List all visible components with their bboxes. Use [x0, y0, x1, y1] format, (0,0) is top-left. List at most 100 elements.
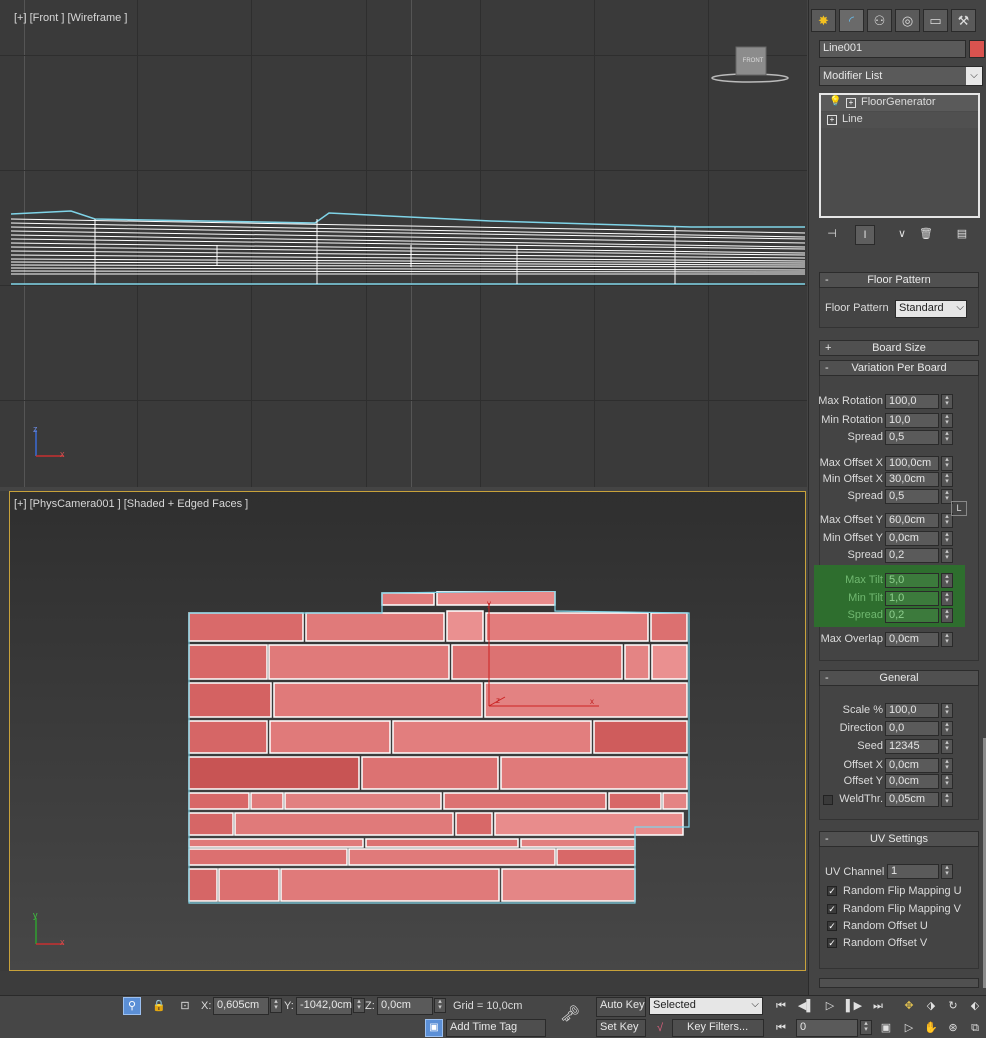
uv-channel-field[interactable]: 1	[887, 864, 939, 879]
y-coordinate-field[interactable]: -1042,0cm	[296, 997, 352, 1015]
param-value-field[interactable]: 0,0cm	[885, 758, 939, 773]
selection-set-dropdown[interactable]: Selected ⌵	[649, 997, 763, 1015]
field-of-view-icon[interactable]: ▷	[900, 1019, 918, 1037]
rollout-floor-pattern[interactable]: - Floor Pattern	[819, 272, 979, 288]
time-tag-icon[interactable]: ▣	[425, 1019, 443, 1037]
param-spinner[interactable]: ▴ ▾	[941, 632, 953, 647]
uv-checkbox[interactable]: ✓	[827, 921, 837, 931]
camera-viewport-label[interactable]: [+] [PhysCamera001 ] [Shaded + Edged Fac…	[14, 498, 248, 510]
key-filters-button[interactable]: Key Filters...	[672, 1019, 764, 1037]
stack-item-floorgenerator[interactable]: 💡 + FloorGenerator	[821, 95, 978, 111]
x-spinner[interactable]: ▴ ▾	[270, 998, 282, 1013]
display-tab[interactable]: ▭	[923, 9, 948, 32]
remove-modifier-icon[interactable]: 🗑	[917, 225, 935, 243]
param-spinner[interactable]: ▴ ▾	[941, 739, 953, 754]
frame-spinner[interactable]: ▴ ▾	[860, 1020, 872, 1035]
isolate-selection-icon[interactable]: ⚲	[123, 997, 141, 1015]
param-spinner[interactable]: ▴ ▾	[941, 591, 953, 606]
make-unique-icon[interactable]: ∨	[893, 225, 911, 243]
front-viewport-label[interactable]: [+] [Front ] [Wireframe ]	[14, 12, 127, 24]
uv-checkbox[interactable]: ✓	[827, 938, 837, 948]
y-spinner[interactable]: ▴ ▾	[353, 998, 365, 1013]
expand-plus-icon[interactable]: +	[827, 115, 837, 125]
object-name-field[interactable]: Line001	[819, 40, 966, 58]
param-value-field[interactable]: 10,0	[885, 413, 939, 428]
param-value-field[interactable]: 0,5	[885, 430, 939, 445]
motion-tab[interactable]: ◎	[895, 9, 920, 32]
viewcube[interactable]: FRONT	[709, 44, 791, 84]
x-coordinate-field[interactable]: 0,605cm	[213, 997, 269, 1015]
camera-viewport[interactable]: [+] [PhysCamera001 ] [Shaded + Edged Fac…	[9, 491, 806, 971]
modifier-list-dropdown[interactable]: Modifier List ⌵	[819, 66, 983, 86]
z-coordinate-field[interactable]: 0,0cm	[377, 997, 433, 1015]
param-value-field[interactable]: 100,0cm	[885, 456, 939, 471]
param-value-field[interactable]: 30,0cm	[885, 472, 939, 487]
param-value-field[interactable]: 0,0cm	[885, 531, 939, 546]
param-spinner[interactable]: ▴ ▾	[941, 774, 953, 789]
param-value-field[interactable]: 100,0	[885, 394, 939, 409]
param-value-field[interactable]: 12345	[885, 739, 939, 754]
param-value-field[interactable]: 0,2	[885, 548, 939, 563]
stack-item-line[interactable]: + Line	[821, 112, 978, 128]
param-spinner[interactable]: ▴ ▾	[941, 413, 953, 428]
param-spinner[interactable]: ▴ ▾	[941, 430, 953, 445]
maximize-toggle-icon[interactable]: ⬖	[966, 997, 984, 1015]
param-value-field[interactable]: 5,0	[885, 573, 939, 588]
zoom-icon[interactable]: ✥	[900, 997, 918, 1015]
expand-plus-icon[interactable]: +	[846, 98, 856, 108]
uv-checkbox[interactable]: ✓	[827, 904, 837, 914]
curve-editor-icon[interactable]: √	[651, 1019, 669, 1037]
key-icon[interactable]: 🗝	[560, 1006, 580, 1024]
previous-frame-icon[interactable]: ◀▌	[797, 997, 815, 1015]
utilities-tab[interactable]: ⚒	[951, 9, 976, 32]
configure-sets-icon[interactable]: ▤	[953, 225, 971, 243]
show-end-result-icon[interactable]: I	[855, 225, 875, 245]
object-color-swatch[interactable]	[969, 40, 985, 58]
param-value-field[interactable]: 0,0cm	[885, 632, 939, 647]
rollout-board-size[interactable]: + Board Size	[819, 340, 979, 356]
go-to-end-icon[interactable]: ⏭	[869, 997, 887, 1015]
param-spinner[interactable]: ▴ ▾	[941, 472, 953, 487]
rollout-uv-settings[interactable]: - UV Settings	[819, 831, 979, 847]
maximize-viewport-icon[interactable]: ⧉	[966, 1019, 984, 1037]
lightbulb-icon[interactable]: 💡	[829, 96, 841, 107]
time-config-icon[interactable]: ▣	[877, 1019, 895, 1037]
rollout-general[interactable]: - General	[819, 670, 979, 686]
absolute-mode-icon[interactable]: ⊡	[176, 997, 194, 1015]
modifier-stack[interactable]: 💡 + FloorGenerator + Line	[819, 93, 980, 218]
param-value-field[interactable]: 100,0	[885, 703, 939, 718]
z-spinner[interactable]: ▴ ▾	[434, 998, 446, 1013]
next-frame-icon[interactable]: ▌▶	[845, 997, 863, 1015]
param-spinner[interactable]: ▴ ▾	[941, 792, 953, 807]
modify-tab[interactable]: ◜	[839, 9, 864, 32]
param-spinner[interactable]: ▴ ▾	[941, 703, 953, 718]
param-value-field[interactable]: 0,5	[885, 489, 939, 504]
param-value-field[interactable]: 1,0	[885, 591, 939, 606]
param-spinner[interactable]: ▴ ▾	[941, 394, 953, 409]
uv-checkbox[interactable]: ✓	[827, 886, 837, 896]
add-time-tag-button[interactable]: Add Time Tag	[446, 1019, 546, 1037]
front-viewport[interactable]: [+] [Front ] [Wireframe ] FRONT z x	[0, 0, 807, 487]
param-value-field[interactable]: 0,0cm	[885, 774, 939, 789]
floor-boards[interactable]	[187, 591, 691, 905]
key-mode-icon[interactable]: ⏮	[772, 1019, 790, 1037]
go-to-start-icon[interactable]: ⏮	[772, 997, 790, 1015]
param-spinner[interactable]: ▴ ▾	[941, 456, 953, 471]
uv-channel-spinner[interactable]: ▴ ▾	[941, 864, 953, 879]
floor-pattern-dropdown[interactable]: Standard ⌵	[895, 300, 967, 318]
orbit-icon[interactable]: ↻	[944, 997, 962, 1015]
current-frame-field[interactable]: 0	[796, 1019, 858, 1037]
param-spinner[interactable]: ▴ ▾	[941, 608, 953, 623]
play-icon[interactable]: ▷	[821, 997, 839, 1015]
create-tab[interactable]: ✸	[811, 9, 836, 32]
weld-checkbox[interactable]	[823, 795, 833, 805]
param-spinner[interactable]: ▴ ▾	[941, 548, 953, 563]
param-value-field[interactable]: 60,0cm	[885, 513, 939, 528]
param-spinner[interactable]: ▴ ▾	[941, 721, 953, 736]
lock-selection-icon[interactable]: 🔒	[150, 997, 168, 1015]
orbit-camera-icon[interactable]: ⊛	[944, 1019, 962, 1037]
hierarchy-tab[interactable]: ⚇	[867, 9, 892, 32]
param-value-field[interactable]: 0,05cm	[885, 792, 939, 807]
lock-button[interactable]: L	[951, 501, 967, 516]
pan-icon[interactable]: ✋	[922, 1019, 940, 1037]
